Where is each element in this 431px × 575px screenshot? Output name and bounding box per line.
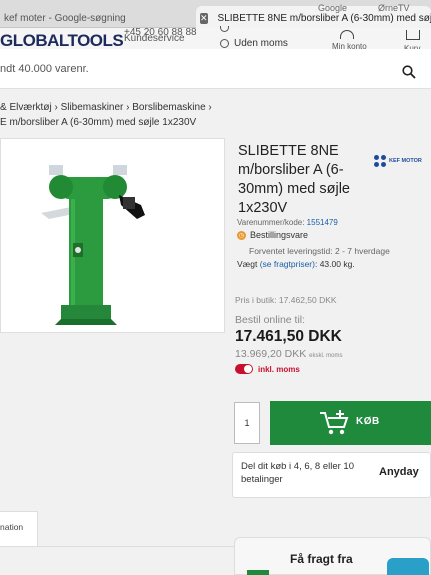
item-number-label: Varenummer/kode:	[237, 218, 305, 227]
browser-tab-label: ØrneTV	[378, 3, 410, 13]
buy-button[interactable]: KØB	[270, 401, 431, 445]
product-weight: Vægt (se fragtpriser): 43.00 kg.	[237, 259, 355, 269]
breadcrumb-current: E m/borsliber A (6-30mm) med søjle 1x230…	[0, 117, 197, 128]
browser-tab-label: kef moter - Google-søgning	[4, 12, 126, 24]
price-excl-vat-suffix: ekskl. moms	[309, 353, 343, 359]
close-icon[interactable]: ✕	[200, 12, 208, 24]
browser-tab-google[interactable]: Google	[318, 0, 347, 22]
site-logo[interactable]: GLOBALTOOLS	[0, 31, 124, 51]
weight-label: Vægt	[237, 259, 258, 269]
freight-prices-link[interactable]: (se fragtpriser)	[260, 259, 315, 269]
availability-label: Bestillingsvare	[250, 230, 309, 240]
product-title: SLIBETTE 8NE m/borsliber A (6-30mm) med …	[238, 143, 350, 216]
vat-option-label: Uden moms	[234, 38, 288, 49]
customer-service-link[interactable]: Kundeservice	[124, 33, 185, 44]
breadcrumb-item[interactable]: Borslibemaskine	[132, 102, 205, 113]
availability-status: ◷ Bestillingsvare	[237, 230, 308, 240]
brand-name: KEF MOTOR	[389, 158, 422, 164]
search-bar	[0, 49, 431, 89]
vat-option-radio[interactable]: Uden moms	[220, 38, 288, 49]
online-price-label: Bestil online til:	[235, 314, 306, 326]
store-price: Pris i butik: 17.462,50 DKK	[235, 295, 337, 305]
price-excl-vat-value: 13.969,20 DKK	[235, 348, 307, 360]
price-incl-vat: 17.461,50 DKK	[235, 328, 342, 345]
breadcrumb-item[interactable]: & Elværktøj	[0, 102, 52, 113]
price-excl-vat: 13.969,20 DKK ekskl. moms	[235, 348, 342, 360]
brand-logo-icon	[374, 155, 386, 167]
freight-banner[interactable]: Få fragt fra	[234, 537, 431, 575]
anyday-text: Del dit køb i 4, 6, 8 eller 10 betalinge…	[241, 461, 354, 485]
delivery-time: Forventet leveringstid: 2 - 7 hverdage	[249, 246, 390, 256]
browser-tab-label: Google	[318, 3, 348, 13]
anyday-payment-box[interactable]: Del dit køb i 4, 6, 8 eller 10 betalinge…	[232, 452, 431, 498]
breadcrumb-item[interactable]: Slibemaskiner	[61, 102, 124, 113]
freight-banner-text: Få fragt fra	[290, 552, 353, 566]
browser-tab-orne-tv[interactable]: ØrneTV	[378, 0, 410, 22]
anyday-logo: Anyday	[379, 466, 419, 478]
add-to-cart-icon	[320, 410, 349, 435]
product-image[interactable]	[0, 138, 225, 333]
product-photo	[41, 165, 145, 325]
vat-option-radio-partial[interactable]	[220, 26, 229, 32]
vat-toggle-label: inkl. moms	[258, 364, 300, 374]
breadcrumb: & Elværktøj › Slibemaskiner › Borslibema…	[0, 100, 240, 130]
quantity-input[interactable]	[234, 402, 260, 444]
toggle-switch[interactable]	[235, 364, 253, 374]
weight-value: : 43.00 kg.	[314, 259, 355, 269]
search-input[interactable]	[0, 49, 390, 89]
browser-tab-bar: kef moter - Google-søgning ✕ SLIBETTE 8N…	[0, 0, 431, 30]
freight-badge-icon	[387, 558, 429, 575]
brand-logo[interactable]: KEF MOTOR	[374, 155, 422, 167]
chevron-right-icon: ›	[208, 102, 212, 113]
item-number-value[interactable]: 1551479	[307, 218, 338, 227]
tab-information-label: nation	[0, 522, 24, 532]
cart-icon[interactable]	[406, 30, 420, 40]
account-icon[interactable]	[340, 30, 354, 39]
radio-icon	[220, 39, 229, 48]
item-number: Varenummer/kode: 1551479	[237, 218, 338, 227]
buy-label: KØB	[356, 416, 380, 427]
vat-toggle[interactable]: inkl. moms	[235, 364, 300, 374]
search-icon[interactable]	[402, 65, 416, 79]
freight-banner-strip	[247, 570, 269, 575]
clock-icon: ◷	[237, 230, 246, 240]
tab-information[interactable]: nation	[0, 511, 38, 547]
